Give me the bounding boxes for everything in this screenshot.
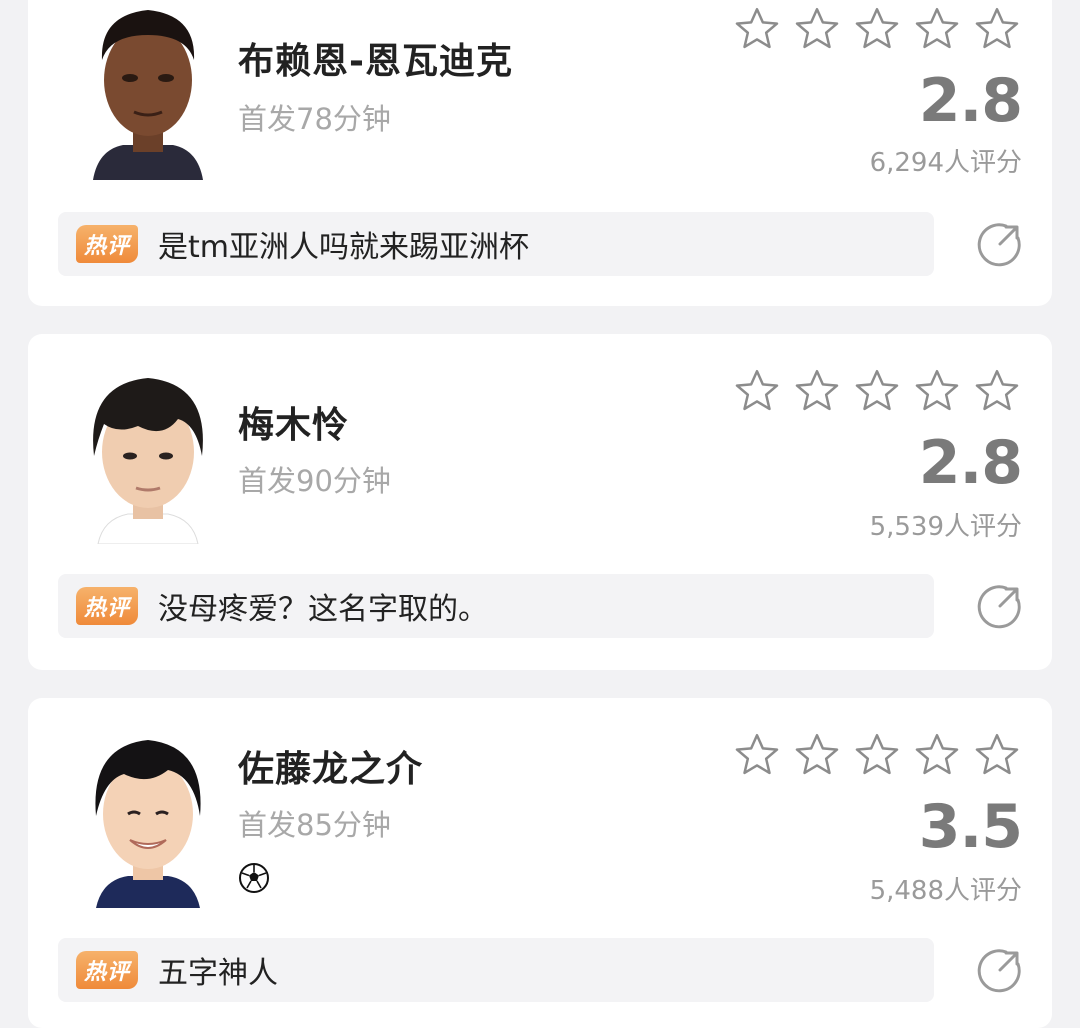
star-icon[interactable] — [852, 4, 902, 54]
player-card: 佐藤龙之介 首发85分钟 3.5 5,488人评分 热评 五字神人 — [28, 698, 1052, 1028]
star-icon[interactable] — [972, 730, 1022, 780]
average-score: 2.8 — [918, 66, 1023, 136]
hot-comment-badge: 热评 — [76, 587, 139, 625]
star-icon[interactable] — [732, 4, 782, 54]
hot-comment-text: 没母疼爱？这名字取的。 — [158, 592, 489, 627]
hot-comment[interactable]: 热评 没母疼爱？这名字取的。 — [58, 574, 934, 638]
player-card: 梅木怜 首发90分钟 2.8 5,539人评分 热评 没母疼爱？这名字取的。 — [28, 334, 1052, 670]
rating-stars[interactable] — [732, 730, 1022, 780]
soccer-ball-icon — [239, 863, 269, 893]
star-icon[interactable] — [852, 730, 902, 780]
star-icon[interactable] — [792, 4, 842, 54]
hot-comment-badge: 热评 — [76, 951, 139, 989]
player-name: 布赖恩-恩瓦迪克 — [238, 41, 513, 82]
player-avatar — [78, 364, 218, 544]
rating-stars[interactable] — [732, 4, 1022, 54]
star-icon[interactable] — [732, 366, 782, 416]
minutes-played: 首发78分钟 — [238, 102, 391, 136]
minutes-played: 首发90分钟 — [238, 464, 391, 498]
star-icon[interactable] — [792, 730, 842, 780]
average-score: 3.5 — [918, 792, 1023, 862]
star-icon[interactable] — [792, 366, 842, 416]
rater-count: 6,294人评分 — [869, 148, 1022, 178]
hot-comment-badge: 热评 — [76, 225, 139, 263]
hot-comment-text: 是tm亚洲人吗就来踢亚洲杯 — [158, 230, 530, 265]
star-icon[interactable] — [972, 366, 1022, 416]
hot-comment-text: 五字神人 — [158, 956, 279, 991]
share-icon[interactable] — [976, 582, 1024, 630]
hot-comment[interactable]: 热评 五字神人 — [58, 938, 934, 1002]
rater-count: 5,539人评分 — [869, 512, 1022, 542]
rating-stars[interactable] — [732, 366, 1022, 416]
player-name: 梅木怜 — [238, 405, 350, 446]
minutes-played: 首发85分钟 — [238, 808, 391, 842]
share-icon[interactable] — [976, 946, 1024, 994]
average-score: 2.8 — [918, 428, 1023, 498]
star-icon[interactable] — [852, 366, 902, 416]
star-icon[interactable] — [732, 730, 782, 780]
rater-count: 5,488人评分 — [869, 876, 1022, 906]
share-icon[interactable] — [976, 220, 1024, 268]
player-avatar — [78, 0, 218, 180]
player-name: 佐藤龙之介 — [238, 749, 424, 790]
star-icon[interactable] — [912, 730, 962, 780]
player-card: 布赖恩-恩瓦迪克 首发78分钟 2.8 6,294人评分 热评 是tm亚洲人吗就… — [28, 0, 1052, 306]
player-avatar — [78, 728, 218, 908]
hot-comment[interactable]: 热评 是tm亚洲人吗就来踢亚洲杯 — [58, 212, 934, 276]
star-icon[interactable] — [972, 4, 1022, 54]
star-icon[interactable] — [912, 4, 962, 54]
star-icon[interactable] — [912, 366, 962, 416]
